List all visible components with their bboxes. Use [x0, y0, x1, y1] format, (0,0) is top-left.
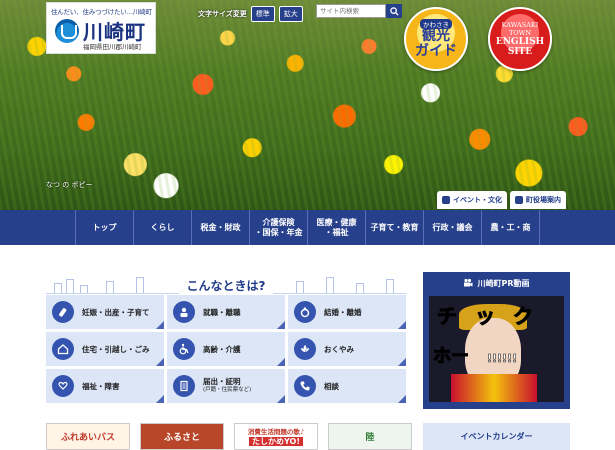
town-address: 福岡県田川郡川崎町	[83, 43, 142, 51]
banner-label-top: 消費生活問題の歌♪	[247, 427, 305, 436]
english-badge-line2: ENGLISH SITE	[495, 37, 545, 57]
font-size-standard-button[interactable]: 標準	[250, 6, 275, 22]
situation-label: 住宅・引越し・ごみ	[82, 344, 150, 354]
banner-label: ふるさと	[163, 433, 200, 443]
search-button[interactable]	[386, 4, 402, 18]
situation-pregnancy[interactable]: 妊娠・出産・子育て	[46, 295, 164, 329]
section-title: こんなときは?	[178, 277, 274, 294]
building-decoration	[54, 283, 62, 293]
situation-label: 妊娠・出産・子育て	[82, 307, 150, 317]
video-overlay-text-3: !!!!!!	[487, 352, 518, 366]
building-decoration	[136, 277, 144, 293]
fureai-bus-banner[interactable]: ふれあいバス	[46, 423, 130, 450]
site-search	[316, 4, 402, 18]
situation-welfare[interactable]: 福祉・障害	[46, 369, 164, 403]
video-thumbnail-costume	[451, 374, 537, 402]
situation-elderly-care[interactable]: 高齢・介護	[167, 332, 285, 366]
situation-label: おくやみ	[324, 344, 354, 354]
baby-bottle-icon	[52, 301, 74, 323]
building-decoration	[326, 277, 334, 293]
english-site-badge[interactable]: KAWASAKI TOWN ENGLISH SITE	[488, 7, 552, 71]
worker-icon	[173, 301, 195, 323]
building-decoration	[356, 283, 364, 293]
building-decoration	[296, 281, 304, 293]
flower-icon	[294, 338, 316, 360]
ring-icon	[294, 301, 316, 323]
situation-label: 届出・証明	[203, 377, 241, 386]
site-logo[interactable]: 住んだい、住みつづけたい…川崎町 川崎町 福岡県田川郡川崎町	[46, 2, 156, 54]
heart-hand-icon	[52, 375, 74, 397]
situation-condolence[interactable]: おくやみ	[288, 332, 406, 366]
font-size-label: 文字サイズ変更	[198, 10, 247, 18]
building-decoration	[66, 279, 74, 293]
banner-label: 陸	[365, 433, 375, 443]
consumer-song-banner[interactable]: 消費生活問題の歌♪ たしかめYO!	[234, 423, 318, 450]
situation-label: 相談	[324, 381, 339, 391]
town-office-tab[interactable]: 町役場案内	[510, 191, 566, 209]
building-decoration	[386, 279, 394, 293]
nav-item-insurance[interactable]: 介護保険 ・国保・年金	[250, 210, 308, 245]
nav-item-living[interactable]: くらし	[134, 210, 192, 245]
nav-item-tax[interactable]: 税金・財政	[192, 210, 250, 245]
font-size-controls: 文字サイズ変更 標準 拡大	[198, 6, 303, 22]
situation-label: 高齢・介護	[203, 344, 241, 354]
town-emblem-icon	[55, 19, 79, 43]
document-icon	[173, 375, 195, 397]
nav-item-top[interactable]: トップ	[76, 210, 134, 245]
building-icon	[515, 196, 523, 204]
phone-icon	[294, 375, 316, 397]
situations-grid: 妊娠・出産・子育て 就職・離職 結婚・離婚 住宅・引越し・ごみ 高齢・介護 おく…	[46, 295, 406, 403]
situation-label: 結婚・離婚	[324, 307, 362, 317]
event-culture-tab[interactable]: イベント・文化	[437, 191, 507, 209]
video-overlay-text-1: チック	[437, 304, 551, 329]
situation-certificates[interactable]: 届出・証明 (戸籍・住民票など)	[167, 369, 285, 403]
situation-marriage[interactable]: 結婚・離婚	[288, 295, 406, 329]
building-decoration	[106, 281, 114, 293]
nav-item-childcare[interactable]: 子育て・教育	[366, 210, 424, 245]
event-calendar-title: イベントカレンダー	[460, 432, 533, 441]
pin-icon	[442, 196, 450, 204]
nav-item-health[interactable]: 医療・健康 ・福祉	[308, 210, 366, 245]
logo-tagline: 住んだい、住みつづけたい…川崎町	[51, 8, 152, 16]
banner-label: ふれあいバス	[60, 433, 115, 443]
english-badge-line1: KAWASAKI TOWN	[501, 21, 539, 37]
global-navigation: トップ くらし 税金・財政 介護保険 ・国保・年金 医療・健康 ・福祉 子育て・…	[0, 210, 615, 245]
town-office-label: 町役場案内	[526, 196, 561, 204]
hero-caption: なつ の ポピー	[46, 181, 93, 189]
furusato-banner[interactable]: ふるさと	[140, 423, 224, 450]
pr-video-title: 川崎町PR動画	[477, 278, 530, 288]
situations-header: こんなときは?	[46, 272, 406, 294]
event-calendar-header[interactable]: イベントカレンダー	[423, 423, 570, 450]
situation-consultation[interactable]: 相談	[288, 369, 406, 403]
event-culture-label: イベント・文化	[453, 196, 502, 204]
search-input[interactable]	[316, 4, 386, 18]
nav-item-industry[interactable]: 農・工・商	[482, 210, 540, 245]
situation-employment[interactable]: 就職・離職	[167, 295, 285, 329]
building-decoration	[80, 285, 88, 293]
font-size-large-button[interactable]: 拡大	[278, 6, 303, 22]
situation-label: 就職・離職	[203, 307, 241, 317]
banner-label-bottom: たしかめYO!	[249, 436, 303, 446]
fourth-banner[interactable]: 陸	[328, 423, 412, 450]
situation-label: 福祉・障害	[82, 381, 120, 391]
pr-video-player[interactable]: チック ホー !!!!!!	[429, 296, 564, 402]
situation-label-group: 届出・証明 (戸籍・住民票など)	[203, 377, 251, 395]
search-icon	[389, 6, 399, 16]
situation-sublabel: (戸籍・住民票など)	[203, 387, 252, 393]
tourism-badge-big: 観光 ガイド	[415, 28, 457, 59]
banner-row: ふれあいバス ふるさと 消費生活問題の歌♪ たしかめYO! 陸	[46, 423, 412, 450]
video-overlay-text-2: ホー	[433, 346, 470, 368]
pr-video-header: 川崎町PR動画	[423, 272, 570, 294]
pr-video-panel: 川崎町PR動画 チック ホー !!!!!!	[423, 272, 570, 409]
video-camera-icon	[464, 278, 473, 287]
wheelchair-icon	[173, 338, 195, 360]
situation-housing[interactable]: 住宅・引越し・ごみ	[46, 332, 164, 366]
tourism-guide-badge[interactable]: かわさき 観光 ガイド	[404, 7, 468, 71]
nav-item-administration[interactable]: 行政・議会	[424, 210, 482, 245]
house-icon	[52, 338, 74, 360]
